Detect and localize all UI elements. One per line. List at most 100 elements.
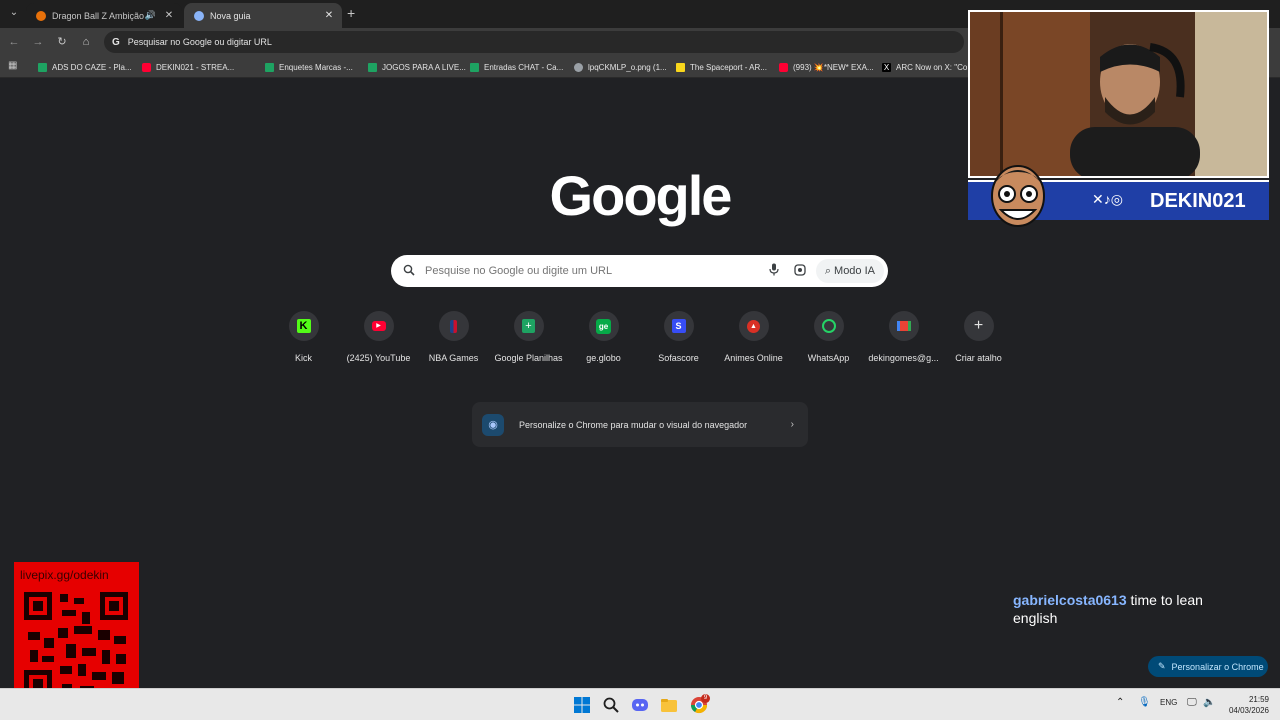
ai-search-icon: ⌕: [824, 264, 832, 277]
bookmark-item[interactable]: X ARC Now on X: "Co...: [882, 61, 974, 73]
microphone-icon[interactable]: [764, 263, 784, 279]
whatsapp-icon: [821, 319, 836, 333]
nba-icon: [450, 319, 457, 333]
shortcut-icon-wrap: +: [963, 311, 994, 341]
search-box[interactable]: ⌕Modo IA: [391, 255, 888, 287]
apps-grid-icon[interactable]: ▦: [8, 61, 18, 71]
sheets-icon: +: [522, 319, 535, 333]
livepix-url: livepix.gg/odekin: [20, 568, 109, 582]
volume-icon[interactable]: 🔈: [1203, 697, 1215, 708]
bookmark-item[interactable]: (993) 💥*NEW* EXA...: [779, 61, 874, 73]
sheets-icon: [38, 62, 47, 72]
qr-code-image: [24, 592, 128, 698]
shortcut-icon-wrap: [438, 311, 469, 341]
tab-nova-guia[interactable]: Nova guia ✕: [184, 3, 342, 28]
bookmark-item[interactable]: JOGOS PARA A LIVE...: [368, 61, 466, 73]
shortcut-icon-wrap: ge: [588, 311, 619, 341]
taskbar-search-icon[interactable]: [602, 696, 620, 714]
youtube-icon: ▶: [371, 321, 386, 331]
sofascore-icon: S: [671, 319, 686, 333]
bookmark-item[interactable]: lpqCKMLP_o.png (1...: [574, 61, 667, 73]
chevron-right-icon: ›: [790, 419, 794, 430]
chrome-favicon-icon: [194, 10, 204, 21]
search-input[interactable]: [425, 265, 764, 277]
speaker-icon[interactable]: 🔊: [145, 10, 156, 21]
x-icon: X: [882, 62, 891, 72]
network-icon[interactable]: 🖵: [1187, 697, 1197, 708]
shortcut-icon-wrap: ▶: [363, 311, 394, 341]
file-explorer-icon[interactable]: [660, 696, 678, 714]
ai-mode-button[interactable]: ⌕ Modo IA: [815, 259, 884, 283]
home-icon[interactable]: ⌂: [78, 34, 94, 50]
bookmark-item[interactable]: The Spaceport - AR...: [676, 61, 767, 73]
clock-time: 21:59: [1248, 695, 1269, 704]
address-placeholder: Pesquisar no Google ou digitar URL: [127, 37, 272, 47]
shortcut-icon-wrap: +: [513, 311, 544, 341]
kick-icon: K: [296, 319, 311, 333]
google-logo: Google: [549, 164, 733, 227]
google-lens-icon[interactable]: [790, 263, 810, 279]
bookmark-item[interactable]: Enquetes Marcas -...: [265, 61, 353, 73]
shortcut-whatsapp[interactable]: WhatsApp: [791, 311, 866, 363]
close-tab-icon[interactable]: ✕: [322, 10, 336, 21]
shortcut-icon-wrap: S: [663, 311, 694, 341]
streamer-handle: DEKIN021: [1150, 190, 1246, 212]
customize-chrome-button[interactable]: ✎ Personalizar o Chrome: [1148, 656, 1268, 677]
shortcut-youtube[interactable]: ▶ (2425) YouTube: [341, 311, 416, 363]
spaceport-icon: [676, 62, 685, 72]
gmail-icon: [896, 321, 911, 331]
new-tab-plus-icon[interactable]: +: [347, 5, 361, 21]
shortcut-icon-wrap: K: [288, 311, 319, 341]
sheets-icon: [265, 62, 274, 72]
back-arrow-icon[interactable]: ←: [6, 34, 22, 50]
tab-favicon-icon: [36, 10, 46, 21]
shortcut-kick[interactable]: K Kick: [266, 311, 341, 363]
microphone-tray-icon[interactable]: 🎙: [1138, 697, 1151, 708]
shortcut-animes-online[interactable]: ▲ Animes Online: [716, 311, 791, 363]
social-icons: ✕♪◎: [1092, 191, 1123, 207]
shortcut-nba[interactable]: NBA Games: [416, 311, 491, 363]
chat-message: gabrielcosta0613 time to lean english: [1013, 591, 1243, 627]
shortcuts-grid: K Kick ▶ (2425) YouTube NBA Games + Goog…: [266, 311, 1012, 371]
plus-icon: +: [973, 317, 984, 334]
customize-chrome-banner[interactable]: ◉ Personalize o Chrome para mudar o visu…: [472, 402, 808, 447]
youtube-icon: [779, 62, 788, 72]
shortcut-sofascore[interactable]: S Sofascore: [641, 311, 716, 363]
cartoon-avatar: [991, 165, 1045, 227]
clock-date: 04/03/2026: [1228, 706, 1269, 715]
tray-chevron-icon[interactable]: ⌃: [1116, 697, 1124, 708]
shortcut-icon-wrap: [813, 311, 844, 341]
address-bar[interactable]: G Pesquisar no Google ou digitar URL: [104, 31, 964, 53]
forward-arrow-icon[interactable]: →: [30, 34, 46, 50]
shortcut-icon-wrap: [888, 311, 919, 341]
bookmark-item[interactable]: DEKIN021 - STREA...: [142, 61, 234, 73]
reload-icon[interactable]: ↻: [54, 34, 70, 50]
shortcut-add[interactable]: + Criar atalho: [941, 311, 1016, 363]
discord-icon[interactable]: [631, 696, 649, 714]
close-tab-icon[interactable]: ✕: [162, 10, 176, 21]
tab-search-chevron-icon[interactable]: ⌄: [6, 5, 22, 21]
clock[interactable]: 21:59 04/03/2026: [1225, 694, 1269, 716]
shortcut-gmail[interactable]: dekingomes@g...: [866, 311, 941, 363]
chat-username: gabrielcosta0613: [1013, 592, 1127, 608]
streamer-image: [1070, 43, 1200, 176]
google-g-icon: G: [112, 36, 120, 48]
windows-start-icon[interactable]: [573, 696, 591, 714]
shortcut-icon-wrap: ▲: [738, 311, 769, 341]
shortcut-ge-globo[interactable]: ge ge.globo: [566, 311, 641, 363]
youtube-icon: [142, 62, 151, 72]
bookmark-item[interactable]: Entradas CHAT - Ca...: [470, 61, 563, 73]
language-indicator[interactable]: ENG: [1160, 698, 1177, 707]
palette-icon: ◉: [482, 413, 504, 436]
bookmark-item[interactable]: ADS DO CAZE - Pla...: [38, 61, 132, 73]
sheets-icon: [368, 62, 377, 72]
animes-icon: ▲: [747, 319, 760, 333]
globe-icon: [574, 62, 583, 72]
pencil-icon: ✎: [1158, 661, 1166, 671]
tab-dragon-ball[interactable]: Dragon Ball Z Ambição de 🔊 ✕: [26, 3, 182, 28]
search-icon: [403, 264, 417, 279]
shortcut-google-sheets[interactable]: + Google Planilhas: [491, 311, 566, 363]
ge-icon: ge: [596, 318, 611, 334]
windows-taskbar: 9 ⌃ 🎙 ENG 🖵 🔈 21:59 04/03/2026: [0, 688, 1280, 720]
sheets-icon: [470, 62, 479, 72]
